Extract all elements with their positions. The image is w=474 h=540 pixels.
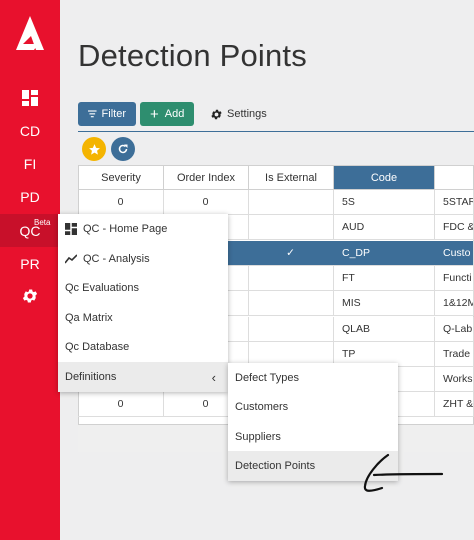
column-header-severity[interactable]: Severity <box>78 165 164 190</box>
column-header-code[interactable]: Code <box>333 165 435 190</box>
plus-icon: + <box>150 105 159 123</box>
menu-item-suppliers[interactable]: Suppliers <box>228 422 398 452</box>
brand-a-logo <box>16 16 44 50</box>
gear-icon <box>211 109 222 119</box>
toolbar-divider <box>78 131 474 132</box>
brand-logo[interactable] <box>0 0 60 66</box>
menu-item-label: QC - Analysis <box>83 253 150 265</box>
table-cell[interactable]: 5STAR <box>434 190 474 215</box>
column-header-order-index[interactable]: Order Index <box>163 165 249 190</box>
column-label: Is External <box>265 171 317 184</box>
table-row[interactable]: 0 <box>78 392 164 418</box>
column-header-is-external[interactable]: Is External <box>248 165 334 190</box>
sidebar-item-pd[interactable]: PD <box>0 180 60 213</box>
menu-item-qa-matrix[interactable]: Qa Matrix <box>58 303 228 333</box>
refresh-icon <box>118 144 128 154</box>
menu-item-customers[interactable]: Customers <box>228 392 398 422</box>
menu-item-label: Qc Evaluations <box>65 282 139 294</box>
trend-line-icon <box>65 253 77 265</box>
table-cell[interactable]: Trade <box>434 341 474 367</box>
menu-item-label: Qc Database <box>65 341 130 353</box>
table-cell[interactable]: 5S <box>333 190 435 215</box>
table-cell[interactable]: 1&12M <box>434 291 474 317</box>
favorite-button[interactable] <box>82 137 106 161</box>
menu-item-qc-evaluations[interactable]: Qc Evaluations <box>58 273 228 303</box>
menu-item-qc-database[interactable]: Qc Database <box>58 332 228 362</box>
table-cell[interactable]: FDC & <box>434 215 474 241</box>
sidebar: CD FI PD QC Beta PR <box>0 0 60 540</box>
sidebar-item-cd[interactable]: CD <box>0 114 60 147</box>
qc-menu: QC - Home Page QC - Analysis Qc Evaluati… <box>58 214 228 392</box>
filter-label: Filter <box>101 108 126 120</box>
table-cell[interactable]: ✓ <box>248 240 334 266</box>
column-label: Order Index <box>176 171 236 184</box>
filter-icon <box>88 110 97 118</box>
column-header-description[interactable] <box>434 165 474 190</box>
table-cell[interactable]: QLAB <box>333 316 435 342</box>
add-label: Add <box>164 108 185 120</box>
table-cell[interactable] <box>248 316 334 342</box>
annotation-arrow-icon <box>363 453 444 492</box>
table-cell[interactable] <box>248 291 334 317</box>
table-cell[interactable]: C_DP <box>333 240 435 266</box>
table-cell[interactable]: Custo <box>434 240 474 266</box>
table-cell[interactable]: Works <box>434 367 474 393</box>
menu-item-defect-types[interactable]: Defect Types <box>228 363 398 393</box>
table-cell[interactable]: Functi <box>434 265 474 291</box>
sidebar-item-settings[interactable] <box>0 279 60 312</box>
column-label: Severity <box>101 171 141 184</box>
sidebar-item-label: PR <box>20 255 40 272</box>
sidebar-item-label: CD <box>19 122 41 139</box>
table-cell[interactable]: AUD <box>333 215 435 241</box>
table-cell[interactable]: 0 <box>163 190 249 215</box>
table-cell[interactable] <box>248 215 334 241</box>
menu-item-qc-analysis[interactable]: QC - Analysis <box>58 244 228 274</box>
table-row[interactable]: 0 <box>78 190 164 215</box>
page-title: Detection Points <box>78 38 307 73</box>
filter-button[interactable]: Filter <box>78 102 136 126</box>
table-cell[interactable] <box>248 265 334 291</box>
table-cell[interactable]: MIS <box>333 291 435 317</box>
refresh-button[interactable] <box>111 137 135 161</box>
star-icon <box>88 143 100 155</box>
sidebar-item-qc[interactable]: QC Beta <box>0 214 60 247</box>
sidebar-item-label: PD <box>20 188 40 205</box>
sidebar-item-pr[interactable]: PR <box>0 247 60 280</box>
menu-item-definitions[interactable]: Definitions ‹ <box>58 362 228 392</box>
dashboard-icon <box>65 223 77 235</box>
menu-item-label: QC - Home Page <box>83 223 168 235</box>
menu-item-label: Customers <box>235 401 289 413</box>
sidebar-item-dashboard[interactable] <box>0 81 60 114</box>
sidebar-item-label: FI <box>23 155 37 172</box>
chevron-left-icon: ‹ <box>211 369 216 385</box>
menu-item-label: Suppliers <box>235 431 281 443</box>
gear-icon <box>22 288 38 303</box>
dashboard-icon <box>22 89 38 106</box>
menu-item-label: Defect Types <box>235 372 299 384</box>
column-label: Code <box>370 171 398 184</box>
add-button[interactable]: + Add <box>140 102 194 126</box>
table-cell[interactable]: FT <box>333 265 435 291</box>
menu-item-qc-home[interactable]: QC - Home Page <box>58 214 228 244</box>
table-cell[interactable] <box>248 190 334 215</box>
beta-badge: Beta <box>34 218 51 227</box>
menu-item-label: Detection Points <box>235 460 316 472</box>
settings-button[interactable]: Settings <box>200 102 277 126</box>
table-cell[interactable]: ZHT & <box>434 392 474 418</box>
sidebar-item-fi[interactable]: FI <box>0 147 60 180</box>
menu-item-label: Definitions <box>65 371 117 383</box>
settings-label: Settings <box>227 108 267 120</box>
menu-item-label: Qa Matrix <box>65 312 113 324</box>
table-cell[interactable]: Q-Lab <box>434 316 474 342</box>
